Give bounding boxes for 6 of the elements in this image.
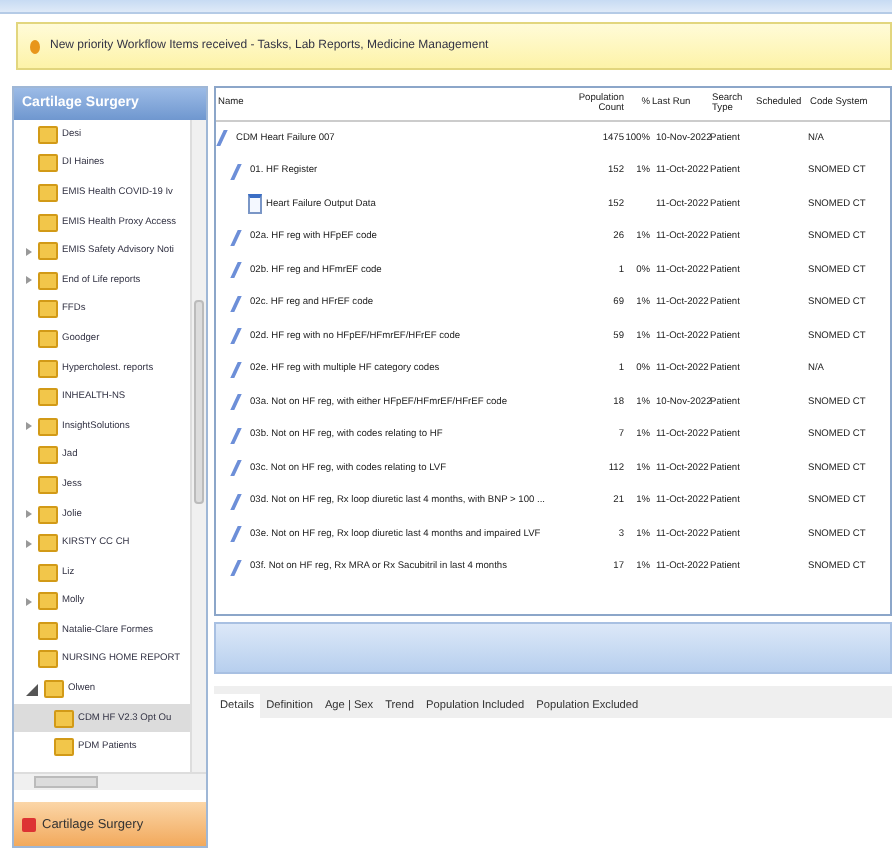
folder-icon	[22, 817, 36, 831]
expand-icon[interactable]	[26, 683, 38, 696]
report-icon	[248, 194, 262, 215]
scrollbar[interactable]	[14, 772, 206, 790]
warning-icon	[30, 39, 40, 53]
scrollbar[interactable]	[190, 120, 206, 772]
